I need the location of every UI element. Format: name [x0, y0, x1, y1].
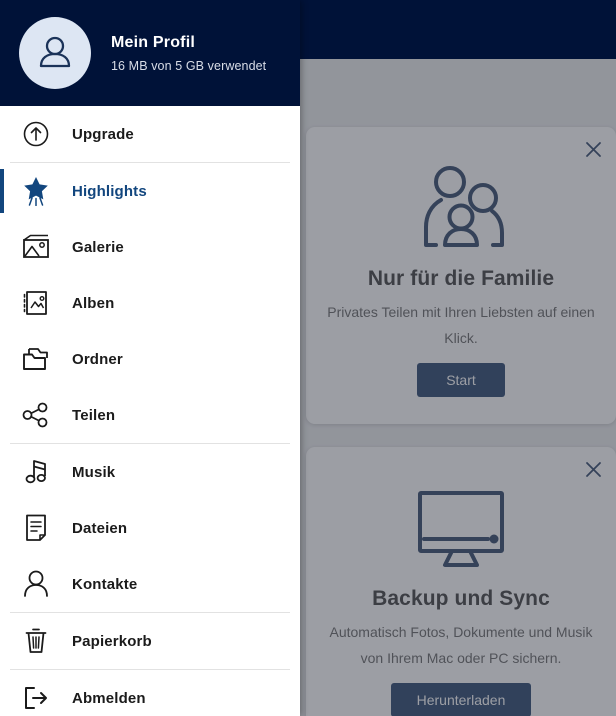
sidebar-item-label: Papierkorb	[72, 632, 152, 650]
sidebar-item-highlights[interactable]: Highlights	[0, 163, 300, 219]
app-root: Nur für die Familie Privates Teilen mit …	[0, 0, 616, 716]
logout-icon	[0, 684, 72, 712]
content-body: Nur für die Familie Privates Teilen mit …	[300, 59, 616, 716]
card-title: Backup und Sync	[372, 587, 550, 610]
album-icon	[0, 289, 72, 317]
card-action-row: Herunterladen	[306, 683, 616, 716]
star-icon	[0, 176, 72, 206]
music-note-icon	[0, 457, 72, 487]
card-description: Automatisch Fotos, Dokumente und Musik v…	[329, 624, 593, 666]
promo-card-family[interactable]: Nur für die Familie Privates Teilen mit …	[306, 127, 616, 424]
sidebar-item-papierkorb[interactable]: Papierkorb	[0, 613, 300, 669]
sidebar-item-label: Musik	[72, 463, 116, 481]
promo-card-backup[interactable]: Backup und Sync Automatisch Fotos, Dokum…	[306, 447, 616, 716]
sidebar-item-label: Galerie	[72, 238, 124, 256]
profile-header[interactable]: Mein Profil 16 MB von 5 GB verwendet	[0, 0, 300, 106]
card-title: Nur für die Familie	[367, 267, 555, 290]
image-icon	[0, 233, 72, 261]
sidebar-item-kontakte[interactable]: Kontakte	[0, 556, 300, 612]
card-description: Privates Teilen mit Ihren Liebsten auf e…	[327, 304, 595, 346]
folder-icon	[0, 345, 72, 373]
sidebar-item-label: Abmelden	[72, 689, 146, 707]
close-icon[interactable]	[582, 458, 604, 480]
sidebar-item-musik[interactable]: Musik	[0, 444, 300, 500]
desktop-monitor-icon	[306, 489, 616, 571]
sidebar-item-galerie[interactable]: Galerie	[0, 219, 300, 275]
sidebar-menu: Upgrade Highlights Galerie Alben Ordner Teile…	[0, 106, 300, 716]
sidebar-item-upgrade[interactable]: Upgrade	[0, 106, 300, 162]
sidebar-item-label: Upgrade	[72, 125, 134, 143]
share-icon	[0, 401, 72, 429]
contact-icon	[0, 569, 72, 599]
sidebar-item-label: Kontakte	[72, 575, 138, 593]
sidebar-item-label: Ordner	[72, 350, 123, 368]
sidebar-item-dateien[interactable]: Dateien	[0, 500, 300, 556]
trash-icon	[0, 626, 72, 656]
sidebar-item-label: Teilen	[72, 406, 116, 424]
sidebar-item-ordner[interactable]: Ordner	[0, 331, 300, 387]
profile-quota: 16 MB von 5 GB verwendet	[111, 58, 267, 73]
sidebar-drawer: Mein Profil 16 MB von 5 GB verwendet Upg…	[0, 0, 300, 716]
sidebar-item-abmelden[interactable]: Abmelden	[0, 670, 300, 716]
download-button[interactable]: Herunterladen	[391, 683, 531, 716]
app-top-bar	[300, 0, 616, 59]
card-action-row: Start	[306, 363, 616, 397]
start-button[interactable]: Start	[417, 363, 505, 397]
content-area: Nur für die Familie Privates Teilen mit …	[300, 0, 616, 716]
sidebar-item-teilen[interactable]: Teilen	[0, 387, 300, 443]
sidebar-item-label: Dateien	[72, 519, 128, 537]
sidebar-item-label: Highlights	[72, 182, 147, 200]
close-icon[interactable]	[582, 138, 604, 160]
family-group-icon	[306, 165, 616, 253]
sidebar-item-alben[interactable]: Alben	[0, 275, 300, 331]
document-icon	[0, 513, 72, 543]
profile-text: Mein Profil 16 MB von 5 GB verwendet	[111, 34, 266, 73]
arrow-up-circle-icon	[0, 120, 72, 148]
profile-name: Mein Profil	[111, 33, 195, 51]
avatar	[19, 17, 91, 89]
sidebar-item-label: Alben	[72, 294, 115, 312]
